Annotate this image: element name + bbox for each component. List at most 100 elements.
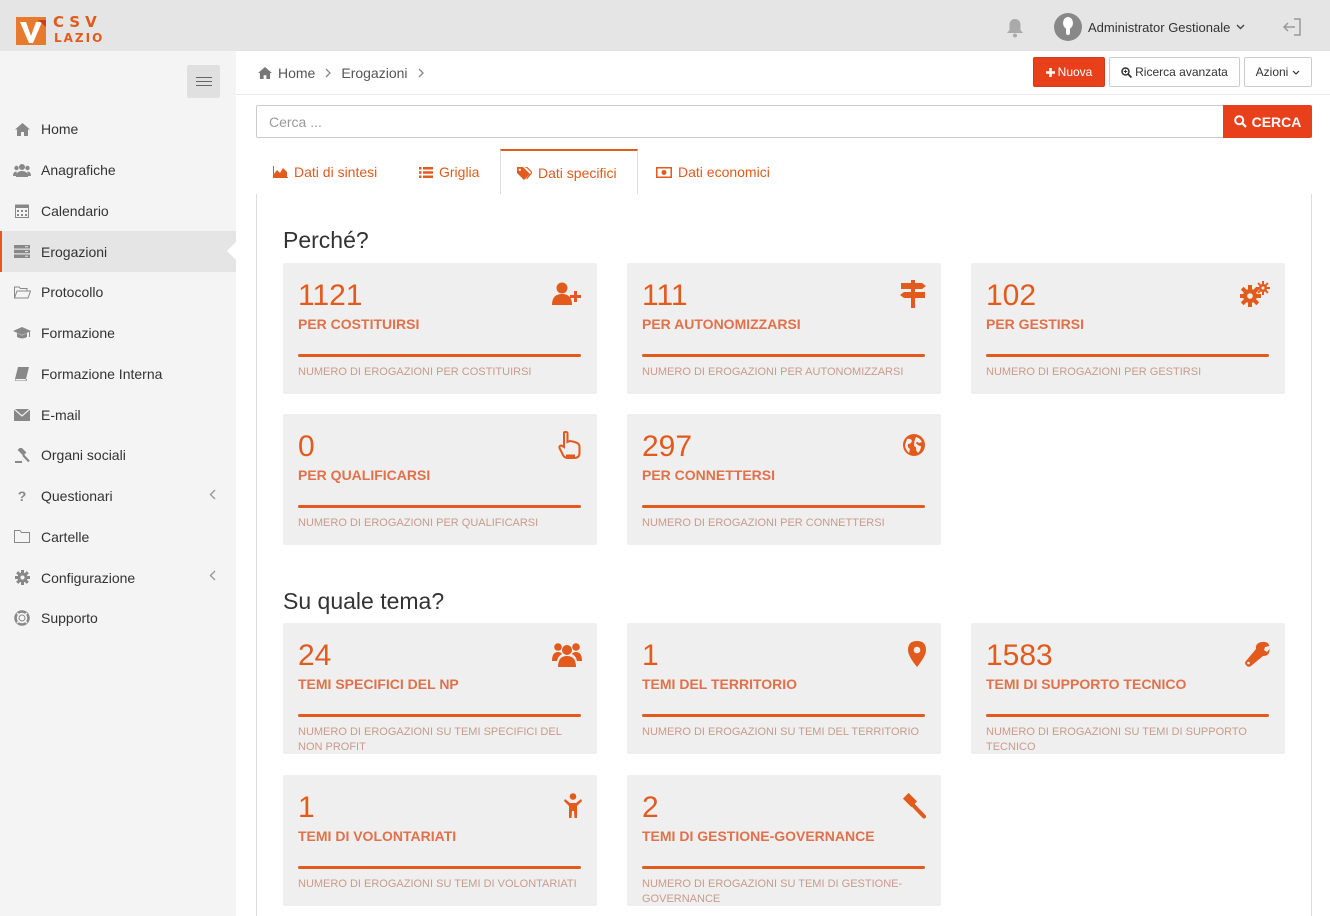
stat-label: TEMI DI GESTIONE-GOVERNANCE [642, 828, 875, 844]
home-icon [258, 67, 272, 79]
tab-griglia[interactable]: Griglia [419, 149, 479, 195]
brand-logo[interactable]: CSV LAZIO [16, 13, 106, 50]
users-icon [13, 162, 31, 178]
sidebar-item-questionari[interactable]: ? Questionari [0, 476, 236, 517]
sidebar-item-cartelle[interactable]: Cartelle [0, 517, 236, 558]
sidebar-item-label: Erogazioni [41, 243, 108, 260]
envelope-icon [13, 407, 31, 423]
stat-description: NUMERO DI EROGAZIONI PER GESTIRSI [986, 366, 1202, 378]
tab-label: Dati specifici [538, 165, 617, 181]
stat-card-autonomizzarsi[interactable]: 111 PER AUTONOMIZZARSI NUMERO DI EROGAZI… [627, 263, 941, 394]
tab-bar: Dati di sintesi Griglia Dati specifici D… [256, 149, 1312, 196]
sidebar-item-formazione[interactable]: Formazione [0, 313, 236, 354]
book-icon [13, 366, 31, 382]
stat-card-gestirsi[interactable]: 102 PER GESTIRSI NUMERO DI EROGAZIONI PE… [971, 263, 1285, 394]
stat-description: NUMERO DI EROGAZIONI PER COSTITUIRSI [298, 366, 532, 378]
sidebar-item-anagrafiche[interactable]: Anagrafiche [0, 150, 236, 191]
advanced-search-label: Ricerca avanzata [1135, 65, 1228, 79]
folder-icon [13, 529, 31, 545]
stat-card-temi-np[interactable]: 24 TEMI SPECIFICI DEL NP NUMERO DI EROGA… [283, 623, 597, 754]
sidebar-item-supporto[interactable]: Supporto [0, 598, 236, 639]
top-bar: CSV LAZIO Administrator Gestionale [0, 0, 1330, 51]
sidebar-item-calendario[interactable]: Calendario [0, 191, 236, 232]
stat-label: PER QUALIFICARSI [298, 467, 431, 483]
sidebar-item-organi-sociali[interactable]: Organi sociali [0, 435, 236, 476]
chevron-down-icon [1292, 70, 1300, 75]
stat-value: 24 [298, 639, 332, 672]
globe-icon [894, 431, 926, 459]
gavel-icon [13, 447, 31, 463]
bell-icon[interactable] [1006, 18, 1024, 38]
child-icon [550, 792, 582, 820]
sidebar-item-email[interactable]: E-mail [0, 394, 236, 435]
stat-card-temi-supporto[interactable]: 1583 TEMI DI SUPPORTO TECNICO NUMERO DI … [971, 623, 1285, 754]
tags-icon [517, 166, 532, 180]
stat-label: TEMI DEL TERRITORIO [642, 676, 798, 692]
stat-label: PER CONNETTERSI [642, 467, 776, 483]
breadcrumb-current[interactable]: Erogazioni [341, 65, 407, 81]
breadcrumb-home-link[interactable]: Home [278, 65, 315, 81]
gears-icon [1238, 280, 1270, 308]
stat-label: TEMI SPECIFICI DEL NP [298, 676, 459, 692]
stat-value: 1 [642, 639, 659, 672]
stat-card-costituirsi[interactable]: 1121 PER COSTITUIRSI NUMERO DI EROGAZION… [283, 263, 597, 394]
sidebar-item-label: Questionari [41, 488, 113, 505]
tab-label: Dati economici [678, 164, 770, 180]
sidebar-item-label: Calendario [41, 202, 109, 219]
list-icon [419, 166, 433, 178]
stat-description: NUMERO DI EROGAZIONI PER CONNETTERSI [642, 517, 885, 529]
sidebar-item-home[interactable]: Home [0, 109, 236, 150]
avatar [1054, 13, 1082, 41]
stat-card-qualificarsi[interactable]: 0 PER QUALIFICARSI NUMERO DI EROGAZIONI … [283, 414, 597, 545]
breadcrumb: Home Erogazioni [258, 65, 434, 81]
search-icon [1233, 115, 1247, 128]
stat-description: NUMERO DI EROGAZIONI SU TEMI DI VOLONTAR… [298, 878, 577, 890]
actions-label: Azioni [1255, 65, 1289, 79]
stat-description: NUMERO DI EROGAZIONI SU TEMI DEL TERRITO… [642, 726, 920, 738]
chevron-down-icon [1236, 24, 1245, 30]
sidebar-item-label: Home [41, 121, 79, 138]
server-icon [13, 244, 31, 260]
user-menu[interactable]: Administrator Gestionale [1054, 12, 1245, 42]
sidebar-item-label: Configurazione [41, 569, 136, 586]
search-button[interactable]: CERCA [1223, 105, 1312, 138]
logo-mark-icon [16, 17, 46, 45]
stat-value: 1121 [298, 279, 363, 312]
sidebar-item-label: Formazione [41, 325, 115, 342]
stat-progress-bar [986, 714, 1269, 717]
user-plus-icon [550, 280, 582, 308]
users-icon [550, 640, 582, 668]
actions-dropdown-button[interactable]: Azioni [1244, 57, 1312, 87]
calendar-icon [13, 203, 31, 219]
tab-dati-di-sintesi[interactable]: Dati di sintesi [273, 149, 377, 195]
logout-icon[interactable] [1282, 17, 1302, 37]
sidebar-toggle-button[interactable] [187, 65, 220, 98]
sidebar-item-formazione-interna[interactable]: Formazione Interna [0, 354, 236, 395]
stat-card-temi-governance[interactable]: 2 TEMI DI GESTIONE-GOVERNANCE NUMERO DI … [627, 775, 941, 906]
sidebar-item-protocollo[interactable]: Protocollo [0, 272, 236, 313]
tab-dati-specifici[interactable]: Dati specifici [500, 149, 638, 196]
hand-pointer-icon [550, 431, 582, 459]
life-ring-icon [13, 610, 31, 627]
sidebar-item-erogazioni[interactable]: Erogazioni [0, 231, 237, 272]
search-input[interactable] [256, 105, 1224, 138]
stat-description: NUMERO DI EROGAZIONI PER AUTONOMIZZARSI [642, 366, 904, 378]
tab-content-panel: Perché? 1121 PER COSTITUIRSI NUMERO DI E… [256, 194, 1312, 916]
sidebar-item-label: Anagrafiche [41, 162, 116, 179]
stat-card-temi-volontariati[interactable]: 1 TEMI DI VOLONTARIATI NUMERO DI EROGAZI… [283, 775, 597, 906]
stat-description: NUMERO DI EROGAZIONI SU TEMI DI GESTIONE… [642, 878, 903, 905]
search-plus-icon [1121, 66, 1133, 78]
tab-dati-economici[interactable]: Dati economici [656, 149, 770, 195]
sidebar-item-label: Cartelle [41, 528, 90, 545]
stat-progress-bar [298, 866, 581, 869]
stat-progress-bar [298, 714, 581, 717]
stat-card-connettersi[interactable]: 297 PER CONNETTERSI NUMERO DI EROGAZIONI… [627, 414, 941, 545]
stat-card-temi-territorio[interactable]: 1 TEMI DEL TERRITORIO NUMERO DI EROGAZIO… [627, 623, 941, 754]
stat-progress-bar [642, 505, 925, 508]
section-title-perche: Perché? [283, 227, 369, 253]
search-button-label: CERCA [1251, 113, 1302, 130]
plus-icon [1045, 67, 1055, 77]
new-button[interactable]: Nuova [1033, 57, 1105, 87]
advanced-search-button[interactable]: Ricerca avanzata [1109, 57, 1240, 87]
sidebar-item-configurazione[interactable]: Configurazione [0, 557, 236, 598]
